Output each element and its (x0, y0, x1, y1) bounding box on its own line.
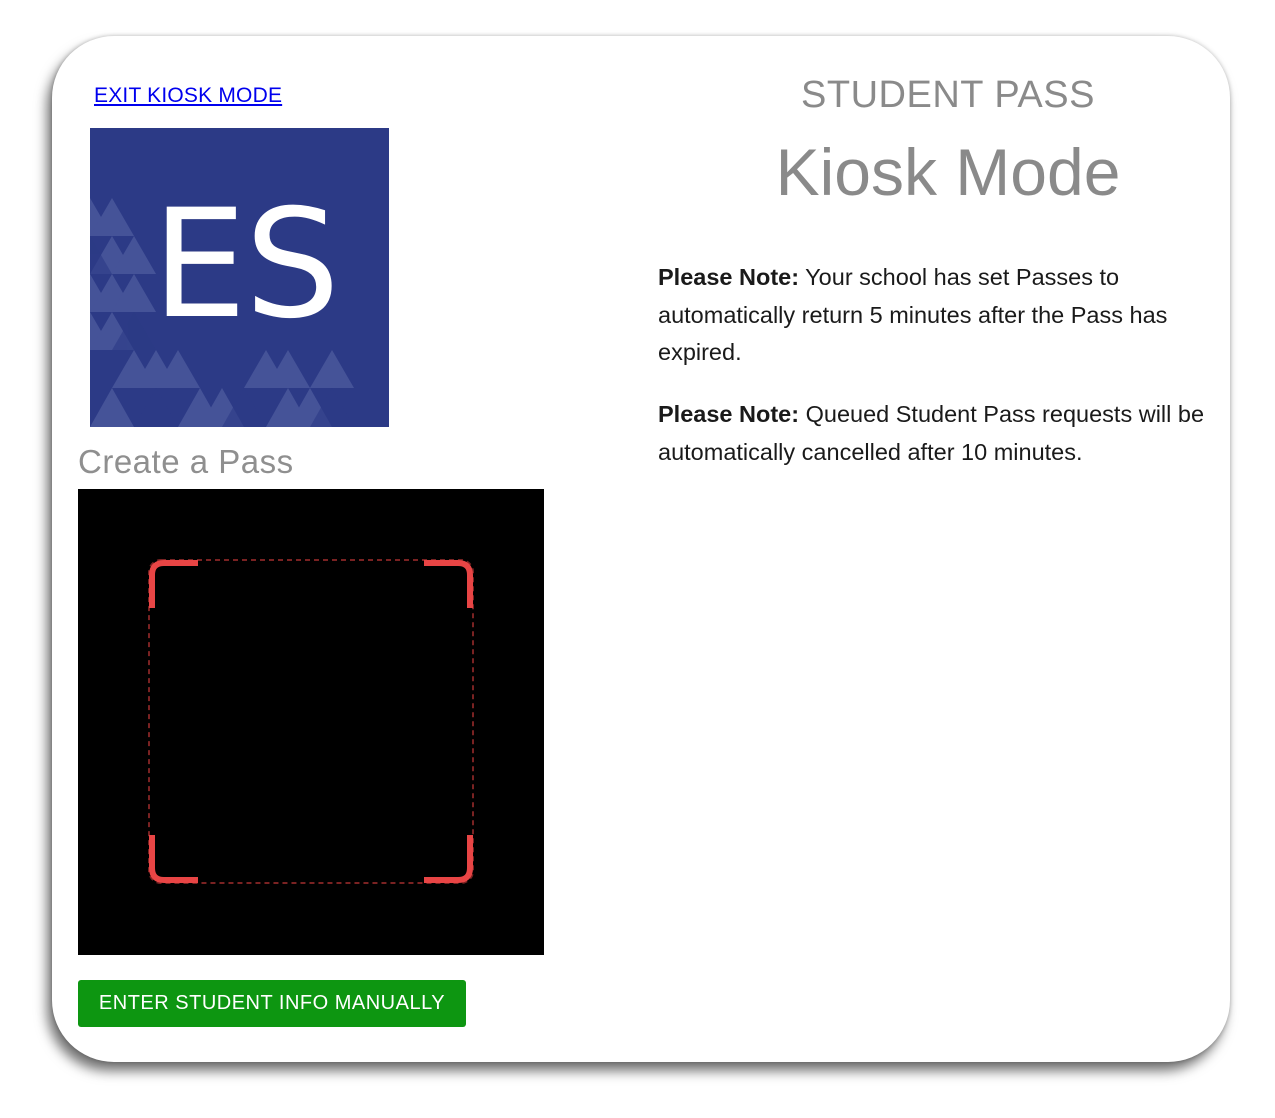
note-label: Please Note: (658, 401, 800, 427)
app-name: STUDENT PASS (801, 74, 1095, 116)
queue-cancel-note: Please Note: Queued Student Pass request… (658, 396, 1223, 471)
school-logo: ES (90, 128, 389, 427)
exit-kiosk-mode-link[interactable]: EXIT KIOSK MODE (94, 84, 282, 108)
page-title: Kiosk Mode (775, 135, 1121, 209)
note-label: Please Note: (658, 264, 800, 290)
create-pass-title: Create a Pass (78, 443, 294, 480)
qr-scanner-viewport (78, 489, 544, 955)
kiosk-window: EXIT KIOSK MODE ES Create a Pass ENTER S… (52, 36, 1230, 1062)
enter-student-info-manually-button[interactable]: ENTER STUDENT INFO MANUALLY (78, 980, 466, 1027)
auto-return-note: Please Note: Your school has set Passes … (658, 259, 1223, 372)
logo-lettering: ES (152, 178, 340, 352)
qr-scan-frame-icon (148, 559, 474, 884)
